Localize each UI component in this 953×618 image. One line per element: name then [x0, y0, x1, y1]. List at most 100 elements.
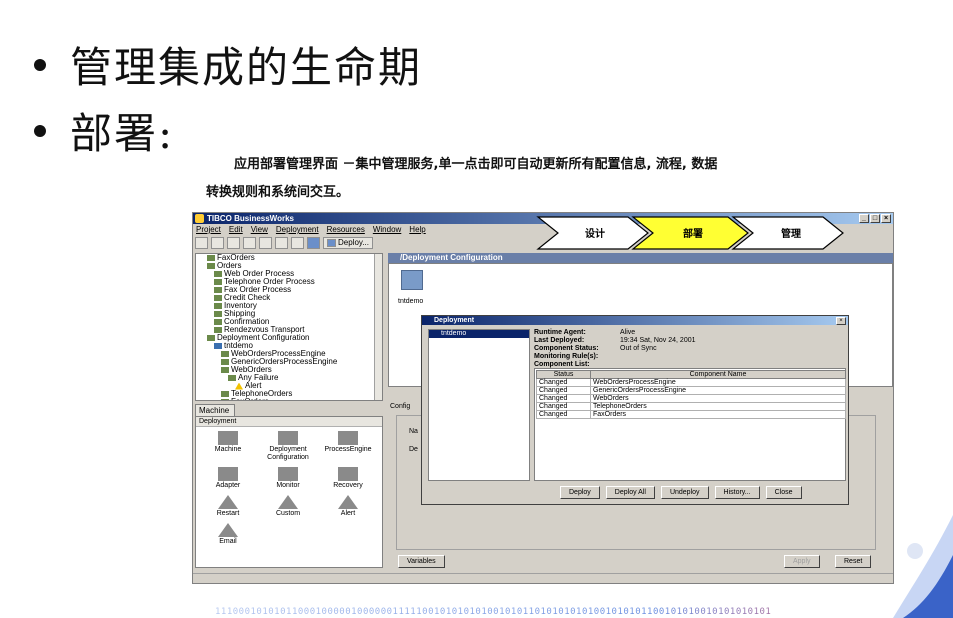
caption-line-2: 转换规则和系统间交互。	[206, 185, 350, 200]
machine-node-icon[interactable]	[401, 270, 423, 290]
bullet-text: 管理集成的生命期	[70, 43, 423, 92]
palette-item-email[interactable]: Email	[198, 523, 258, 546]
palette-item-adapter[interactable]: Adapter	[198, 467, 258, 490]
close-icon[interactable]: ×	[881, 214, 891, 223]
dialog-close-icon[interactable]: ×	[836, 317, 846, 325]
node-icon	[214, 295, 222, 301]
palette-item-processengine[interactable]: ProcessEngine	[318, 431, 378, 462]
close-button[interactable]: Close	[765, 486, 802, 499]
deploy-toolbar-button[interactable]: Deploy...	[323, 237, 373, 249]
minimize-icon[interactable]: _	[859, 214, 869, 223]
palette-item-deployment-configuration[interactable]: Deployment Configuration	[258, 431, 318, 462]
config-tab[interactable]: Config	[390, 403, 410, 410]
palette-item-label: Alert	[340, 510, 356, 517]
palette-item-custom[interactable]: Custom	[258, 495, 318, 518]
node-icon	[207, 255, 215, 261]
adapter-icon	[218, 467, 238, 481]
palette-item-machine[interactable]: Machine	[198, 431, 258, 462]
cell-component-name: WebOrders	[590, 394, 846, 403]
reset-button[interactable]: Reset	[835, 555, 872, 568]
node-icon	[221, 359, 229, 365]
machine-node-label: tntdemo	[398, 298, 424, 305]
deploy-icon	[327, 239, 336, 247]
alert-icon	[338, 495, 358, 509]
palette-item-label: Custom	[275, 510, 301, 517]
node-icon	[221, 399, 229, 400]
palette-panel: Deployment Machine Deployment Configurati…	[195, 416, 383, 568]
table-row[interactable]: Changed WebOrdersProcessEngine	[536, 378, 846, 387]
deploy-all-button[interactable]: Deploy All	[605, 486, 655, 499]
copy-icon[interactable]	[259, 237, 272, 249]
menu-window[interactable]: Window	[373, 224, 401, 235]
cell-status: Changed	[536, 410, 591, 419]
col-status: Status	[536, 370, 591, 379]
table-row[interactable]: Changed GenericOrdersProcessEngine	[536, 386, 846, 395]
save-icon[interactable]	[227, 237, 240, 249]
palette-item-label: Machine	[214, 446, 242, 453]
table-row[interactable]: Changed FaxOrders	[536, 410, 846, 419]
custom-icon	[278, 495, 298, 509]
app-logo-icon	[195, 214, 204, 223]
new-icon[interactable]	[195, 237, 208, 249]
menu-deployment[interactable]: Deployment	[276, 224, 319, 235]
dialog-buttons: Deploy Deploy All Undeploy History... Close	[560, 486, 802, 499]
apply-button[interactable]: Apply	[784, 555, 820, 568]
palette-item-restart[interactable]: Restart	[198, 495, 258, 518]
deploy-button[interactable]: Deploy	[560, 486, 600, 499]
table-row[interactable]: Changed TelephoneOrders	[536, 402, 846, 411]
info-key: Last Deployed:	[534, 337, 585, 344]
tree-item[interactable]: WebOrders	[196, 366, 382, 374]
node-icon	[207, 263, 215, 269]
menu-bar: Project Edit View Deployment Resources Window…	[193, 224, 426, 235]
history-button[interactable]: History...	[714, 486, 760, 499]
footer-binary-decoration: 1110001010101100010000010000001111100101…	[215, 607, 953, 618]
info-row: Monitoring Rule(s):	[534, 353, 844, 361]
palette-tab-machine[interactable]: Machine	[195, 404, 235, 416]
palette-item-label: Monitor	[276, 482, 300, 489]
menu-help[interactable]: Help	[409, 224, 425, 235]
tree-item[interactable]: FaxOrders	[196, 398, 382, 400]
toolbar: Deploy...	[193, 235, 533, 251]
dialog-machine-list[interactable]: tntdemo	[428, 329, 530, 481]
info-key: Component Status:	[534, 345, 599, 352]
status-bar	[193, 573, 893, 583]
bullet-deployment: 部署:	[34, 100, 174, 161]
dialog-list-item[interactable]: tntdemo	[429, 330, 529, 338]
tree-scrollbar[interactable]	[374, 254, 382, 400]
tree-item[interactable]: TelephoneOrders	[196, 390, 382, 398]
node-icon	[214, 271, 222, 277]
node-icon	[214, 287, 222, 293]
palette-item-recovery[interactable]: Recovery	[318, 467, 378, 490]
cut-icon[interactable]	[243, 237, 256, 249]
tree-item[interactable]: Any Failure	[196, 374, 382, 382]
undeploy-button[interactable]: Undeploy	[660, 486, 709, 499]
menu-view[interactable]: View	[251, 224, 268, 235]
cell-component-name: TelephoneOrders	[590, 402, 846, 411]
menu-project[interactable]: Project	[196, 224, 221, 235]
project-tree[interactable]: FaxOrders Orders Web Order Process Telephon…	[195, 253, 383, 401]
col-component-name: Component Name	[590, 370, 846, 379]
maximize-icon[interactable]: □	[870, 214, 880, 223]
find-icon[interactable]	[307, 237, 320, 249]
bullet-dot	[34, 124, 46, 137]
name-label: Na	[409, 428, 418, 435]
tree-item[interactable]: GenericOrdersProcessEngine	[196, 358, 382, 366]
cell-component-name: WebOrdersProcessEngine	[590, 378, 846, 387]
palette-item-monitor[interactable]: Monitor	[258, 467, 318, 490]
delete-icon[interactable]	[291, 237, 304, 249]
variables-button[interactable]: Variables	[398, 555, 445, 568]
paste-icon[interactable]	[275, 237, 288, 249]
cell-status: Changed	[536, 402, 591, 411]
embedded-screenshot: 应用部署管理界面 －集中管理服务,单一点击即可自动更新所有配置信息, 流程, 数…	[180, 135, 912, 605]
menu-edit[interactable]: Edit	[229, 224, 243, 235]
table-row[interactable]: Changed WebOrders	[536, 394, 846, 403]
right-pane-header: /Deployment Configuration	[388, 253, 893, 263]
menu-resources[interactable]: Resources	[327, 224, 365, 235]
recovery-icon	[338, 467, 358, 481]
info-value: Out of Sync	[620, 345, 657, 352]
open-icon[interactable]	[211, 237, 224, 249]
node-icon	[214, 279, 222, 285]
node-icon	[221, 367, 229, 373]
palette-item-alert[interactable]: Alert	[318, 495, 378, 518]
dialog-title: Deployment	[422, 316, 848, 325]
